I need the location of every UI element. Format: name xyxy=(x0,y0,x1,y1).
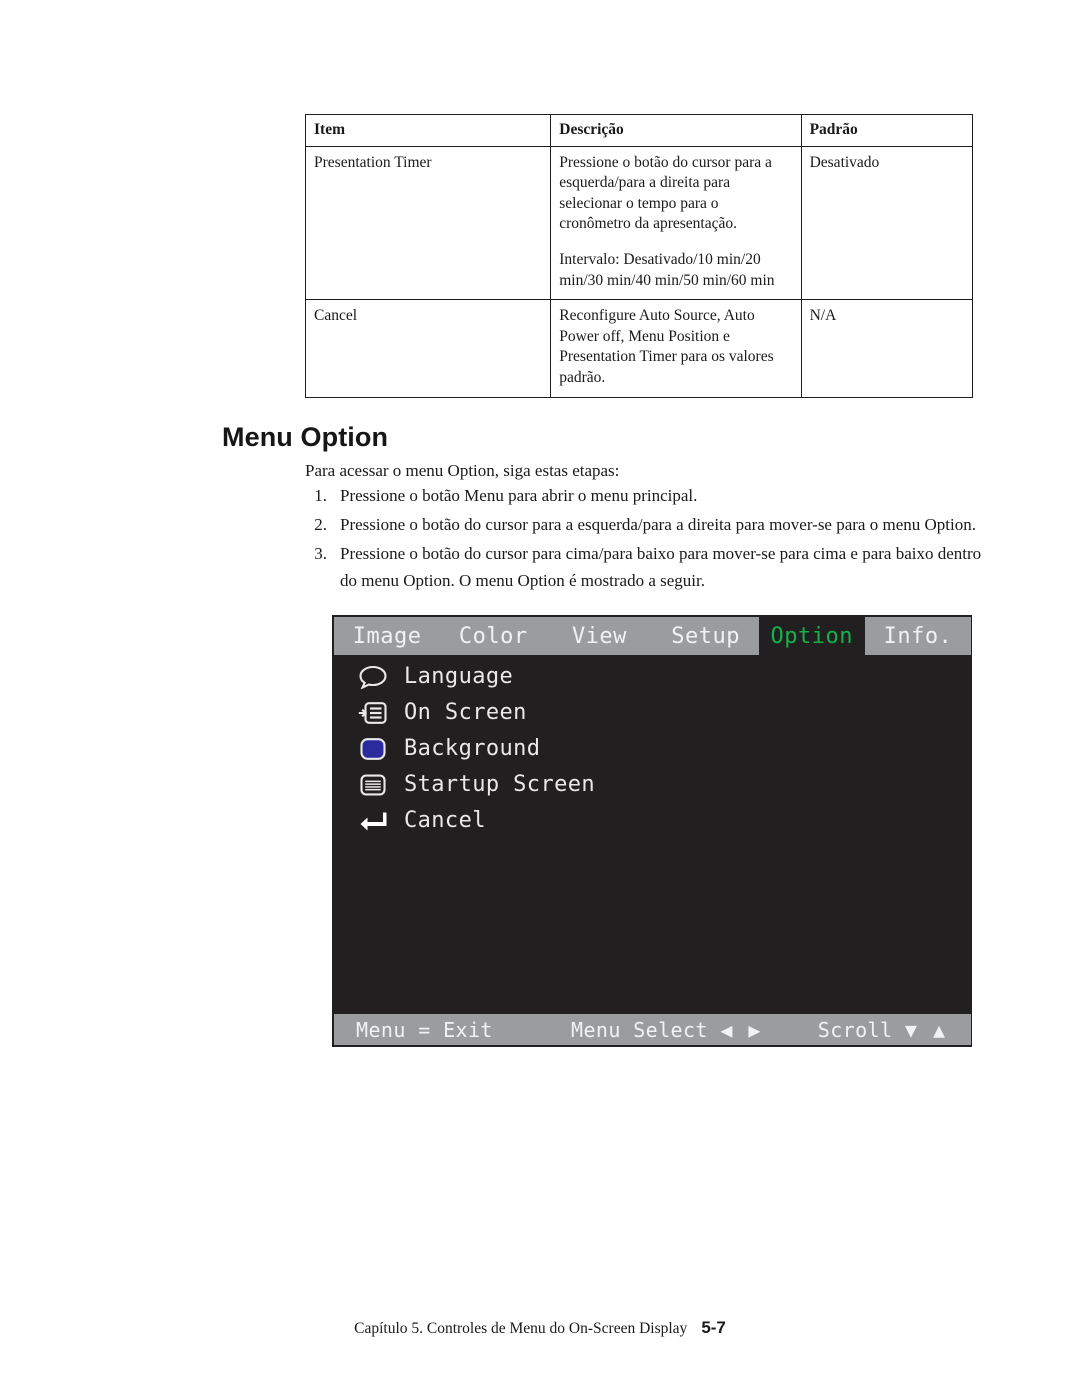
description-paragraph-2: Intervalo: Desativado/10 min/20 min/30 m… xyxy=(559,251,775,289)
ibm-logo-icon xyxy=(356,772,390,798)
table-header-description: Descrição xyxy=(550,114,802,147)
menu-item-label: Startup Screen xyxy=(404,772,596,797)
enter-return-arrow-icon xyxy=(356,808,390,834)
on-screen-display-icon xyxy=(356,700,390,726)
tab-option[interactable]: Option xyxy=(758,617,865,655)
specification-table: Item Descrição Padrão Presentation Timer… xyxy=(304,114,974,398)
step-number: 1. xyxy=(314,486,327,505)
tab-view[interactable]: View xyxy=(546,617,653,655)
table-row: Cancel Reconfigure Auto Source, Auto Pow… xyxy=(304,299,974,398)
osd-menu-list: Language On Screen Background Startup Sc… xyxy=(356,659,946,839)
background-color-swatch-icon xyxy=(356,736,390,762)
table-cell-description: Reconfigure Auto Source, Auto Power off,… xyxy=(550,299,802,398)
menu-item-label: On Screen xyxy=(404,700,527,725)
status-scroll-label: Scroll xyxy=(817,1017,893,1042)
left-right-arrows-icon: ◀ ▶ xyxy=(720,1017,763,1042)
intro-paragraph: Para acessar o menu Option, siga estas e… xyxy=(305,461,620,480)
list-item: 2. Pressione o botão do cursor para a es… xyxy=(305,512,985,539)
step-number: 2. xyxy=(314,514,327,534)
osd-status-bar: Menu = Exit Menu Select ◀ ▶ Scroll ▼ ▲ xyxy=(334,1014,971,1045)
table-header-item: Item xyxy=(304,114,552,147)
osd-tab-bar: Image Color View Setup Option Info. xyxy=(334,617,972,655)
table-cell-item: Presentation Timer xyxy=(304,145,552,301)
menu-item-label: Cancel xyxy=(404,808,486,833)
menu-item-on-screen[interactable]: On Screen xyxy=(356,695,946,731)
tab-image[interactable]: Image xyxy=(334,617,441,655)
osd-menu-screenshot: Image Color View Setup Option Info. Lang… xyxy=(332,615,972,1047)
steps-list: 1. Pressione o botão Menu para abrir o m… xyxy=(305,483,985,596)
table-cell-default: Desativado xyxy=(800,145,974,301)
menu-item-startup-screen[interactable]: Startup Screen xyxy=(356,767,946,803)
step-text: Pressione o botão Menu para abrir o menu… xyxy=(340,486,698,505)
menu-item-label: Language xyxy=(404,664,514,689)
page-footer: Capítulo 5. Controles de Menu do On-Scre… xyxy=(0,1318,1080,1338)
step-number: 3. xyxy=(314,543,327,563)
footer-chapter-text: Capítulo 5. Controles de Menu do On-Scre… xyxy=(354,1320,688,1337)
table-cell-item: Cancel xyxy=(304,299,552,398)
menu-item-cancel[interactable]: Cancel xyxy=(356,803,946,839)
tab-color[interactable]: Color xyxy=(440,617,547,655)
document-page: Item Descrição Padrão Presentation Timer… xyxy=(0,0,1080,1397)
speech-bubble-icon xyxy=(356,664,390,690)
table-row: Presentation Timer Pressione o botão do … xyxy=(304,145,974,301)
status-select-label: Menu Select xyxy=(571,1017,708,1042)
table-cell-default: N/A xyxy=(800,299,974,398)
step-text: Pressione o botão do cursor para cima/pa… xyxy=(340,543,982,590)
menu-item-label: Background xyxy=(404,736,541,761)
table-cell-description: Pressione o botão do cursor para a esque… xyxy=(550,145,802,301)
menu-item-background[interactable]: Background xyxy=(356,731,946,767)
status-exit-hint: Menu = Exit xyxy=(356,1017,493,1042)
description-paragraph-1: Pressione o botão do cursor para a esque… xyxy=(559,153,772,233)
page-number: 5-7 xyxy=(701,1318,726,1337)
table-header-default: Padrão xyxy=(800,114,974,147)
list-item: 1. Pressione o botão Menu para abrir o m… xyxy=(305,483,985,510)
status-select-hint: Menu Select ◀ ▶ xyxy=(571,1018,762,1042)
menu-item-language[interactable]: Language xyxy=(356,659,946,695)
up-down-arrows-icon: ▼ ▲ xyxy=(904,1017,947,1042)
status-scroll-hint: Scroll ▼ ▲ xyxy=(818,1018,947,1042)
page-title: Menu Option xyxy=(222,422,389,452)
list-item: 3. Pressione o botão do cursor para cima… xyxy=(305,541,985,595)
tab-setup[interactable]: Setup xyxy=(652,617,759,655)
step-text: Pressione o botão do cursor para a esque… xyxy=(340,514,976,534)
tab-info[interactable]: Info. xyxy=(864,617,972,655)
osd-menu-panel: Language On Screen Background Startup Sc… xyxy=(332,655,972,1015)
table-header-row: Item Descrição Padrão xyxy=(304,114,974,147)
